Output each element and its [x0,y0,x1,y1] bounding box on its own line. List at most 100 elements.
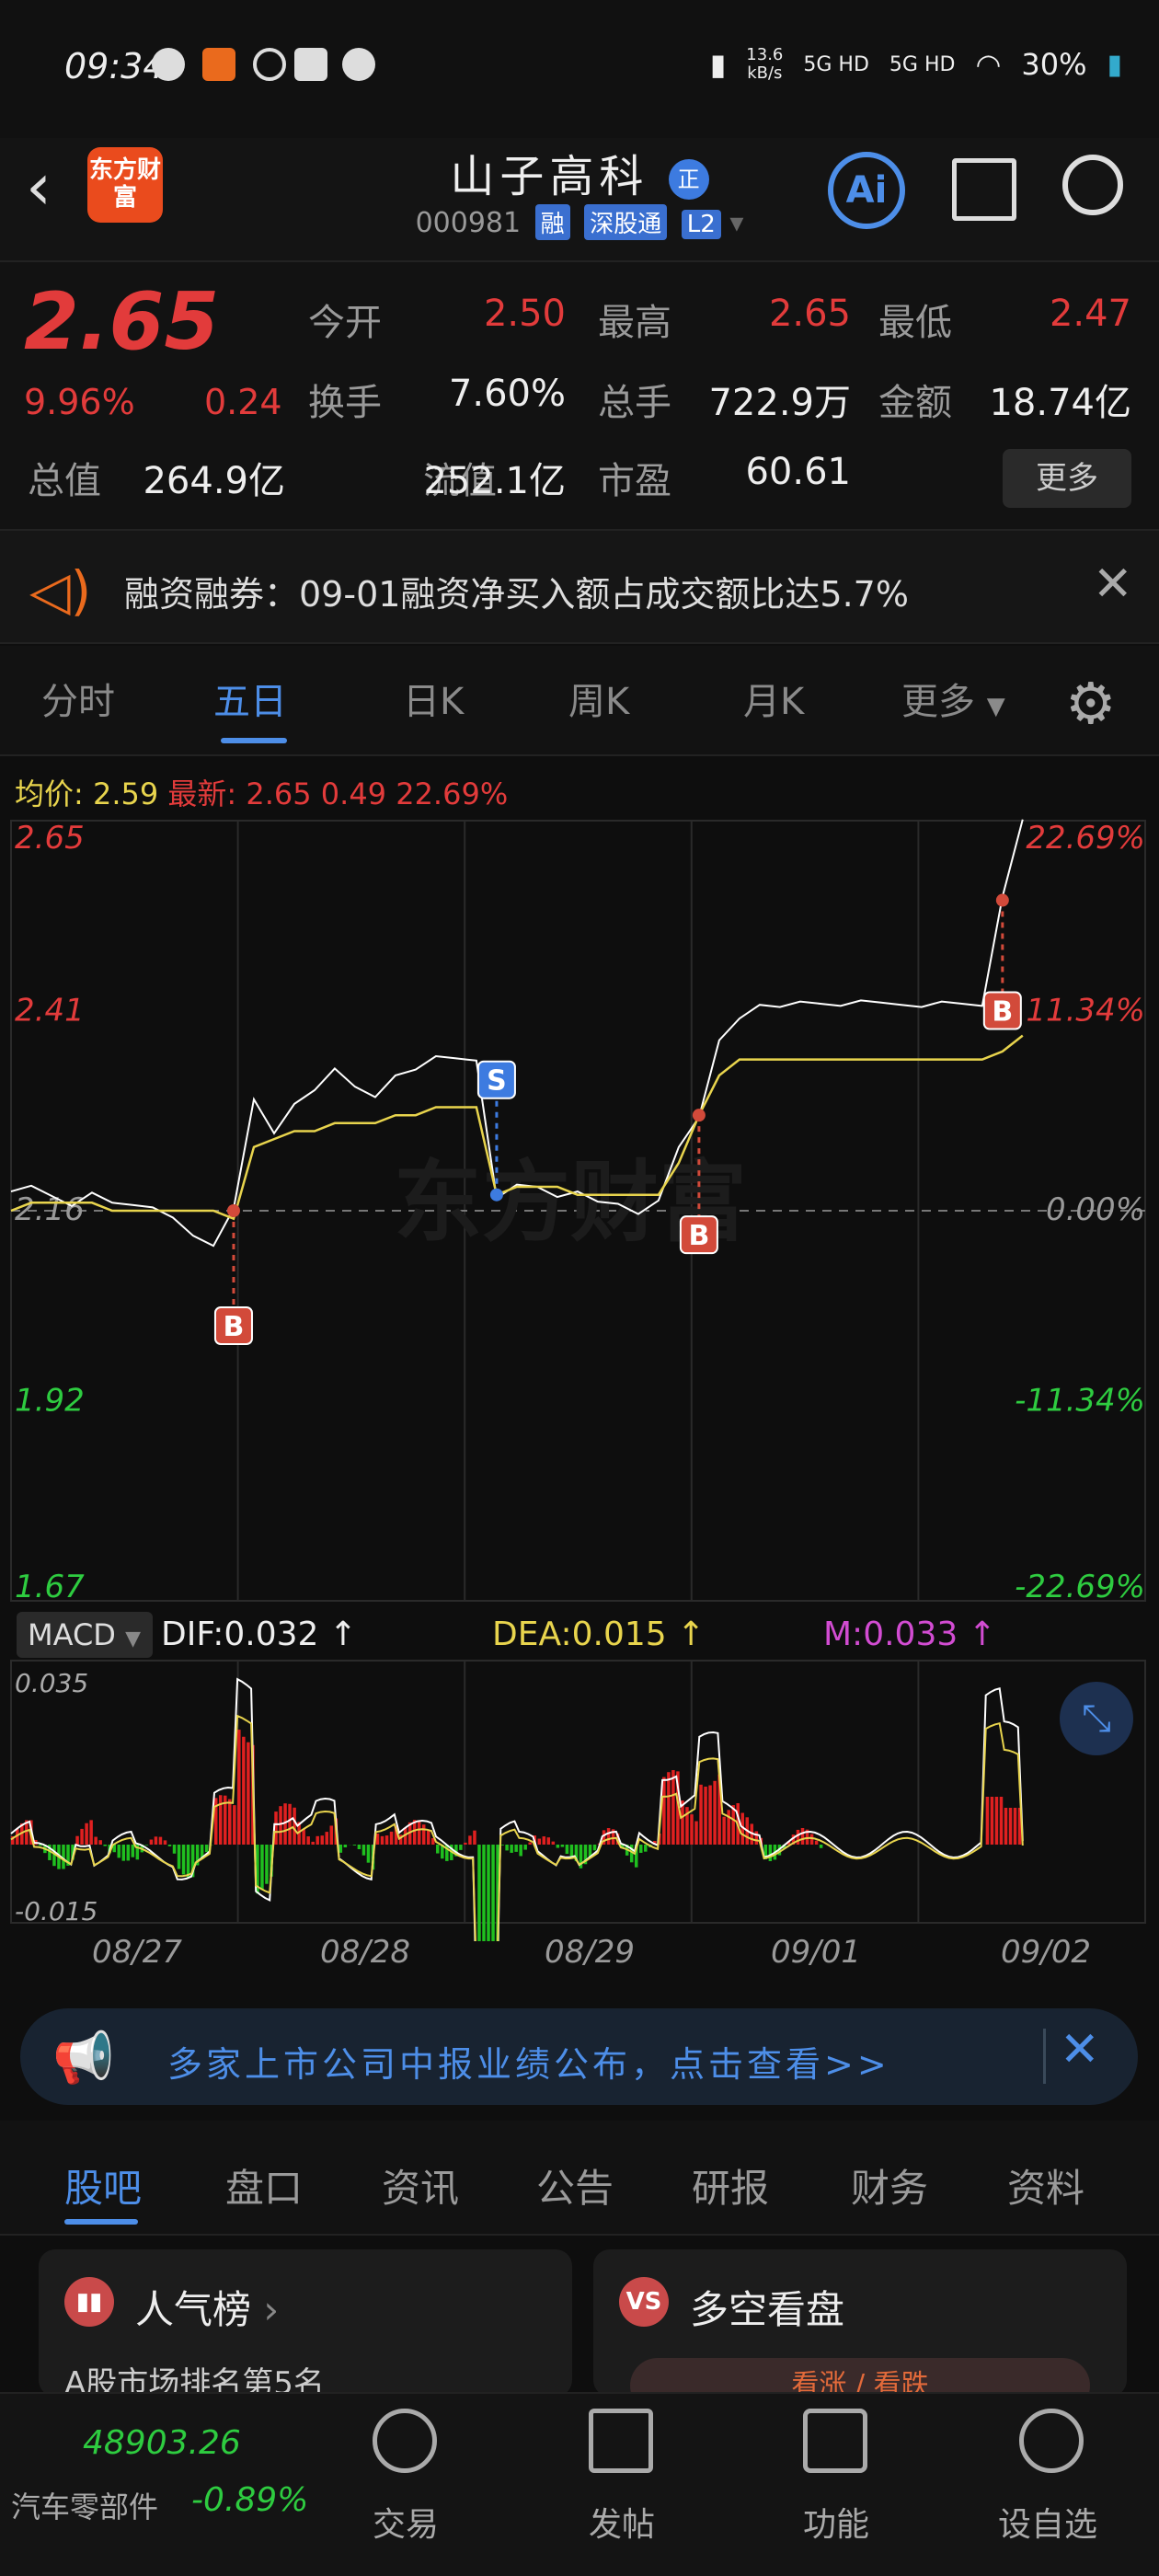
macd-histogram-bar [606,1828,611,1845]
price-chart[interactable]: 东方财富2.65 22.69%2.41 11.34%2.16 0.00%1.92 -11… [0,810,1159,1941]
battery-icon: ▮ [1107,48,1122,81]
index-name[interactable]: 汽车零部件 [11,2484,158,2526]
macd-histogram-bar [320,1835,324,1845]
share-icon[interactable] [952,158,1016,221]
tag-connect: 深股通 [584,204,668,240]
tab-weekly-k[interactable]: 周K [568,672,629,725]
macd-histogram-bar [809,1834,814,1845]
search-icon[interactable] [1062,155,1123,215]
macd-histogram-bar [75,1835,79,1845]
tab-news[interactable]: 资讯 [382,2157,459,2214]
megaphone-icon: 📢 [52,2029,115,2087]
wifi-icon: ◠ [975,47,1002,82]
macd-histogram-bar [551,1841,556,1845]
tab-five-day[interactable]: 五日 [213,672,287,725]
macd-histogram-bar [523,1845,527,1850]
grid-icon[interactable] [803,2409,867,2473]
tab-research[interactable]: 研报 [692,2157,769,2214]
macd-histogram-bar [713,1780,717,1845]
nav-functions[interactable]: 功能 [803,2498,869,2546]
tab-monthly-k[interactable]: 月K [743,672,804,725]
macd-histogram-bar [542,1836,546,1845]
more-dots-icon[interactable] [1019,2409,1084,2473]
macd-histogram-bar [722,1816,726,1845]
card-title: 多空看盘 [690,2287,845,2332]
macd-histogram-bar [163,1840,167,1845]
trade-icon[interactable] [373,2409,437,2473]
gear-icon[interactable]: ⚙ [1065,670,1117,737]
macd-histogram-bar [690,1814,694,1845]
date-label: 08/29 [545,1934,635,1971]
ai-button[interactable]: Ai [828,152,905,229]
tab-announcements[interactable]: 公告 [536,2157,614,2214]
index-value[interactable]: 48903.26 [83,2424,241,2462]
macd-histogram-bar [482,1845,486,1941]
tag-margin: 融 [534,204,570,240]
macd-dif-value: DIF:0.032 [161,1616,319,1653]
more-button[interactable]: 更多 [1003,449,1131,508]
chart-icon: ▮▮ [64,2277,114,2327]
tab-orderbook[interactable]: 盘口 [225,2157,303,2214]
bull-bear-card[interactable]: VS 多空看盘 看涨 / 看跌 [593,2249,1127,2413]
tab-more[interactable]: 更多 ▼ [901,672,1005,725]
macd-histogram-bar [565,1845,569,1855]
macd-histogram-bar [85,1823,88,1845]
trade-marker-label: S [487,1065,507,1098]
tab-daily-k[interactable]: 日K [403,672,464,725]
status-right: ▮ 13.6 kB/s 5G HD 5G HD ◠ 30% ▮ [710,46,1122,83]
macd-histogram-bar [117,1845,121,1858]
macd-dif-line [10,1677,1024,1941]
macd-histogram-bar [528,1842,532,1845]
macd-histogram-bar [990,1797,994,1845]
macd-histogram-bar [464,1842,467,1845]
trade-marker-label: B [224,1311,245,1343]
earnings-banner[interactable]: 📢 多家上市公司中报业绩公布，点击查看>> ✕ [20,2008,1138,2105]
close-icon[interactable]: ✕ [1093,557,1133,612]
vs-icon: VS [619,2277,669,2327]
macd-selector[interactable]: MACD ▼ [17,1612,153,1658]
tab-forum[interactable]: 股吧 [64,2157,142,2214]
macd-histogram-bar [667,1772,671,1845]
tab-intraday[interactable]: 分时 [41,672,115,725]
macd-histogram-bar [417,1820,421,1845]
quote-value: 2.50 [483,293,566,335]
status-bar: 09:34 ▮ 13.6 kB/s 5G HD 5G HD ◠ 30% ▮ [0,0,1159,138]
macd-histogram-bar [985,1797,990,1845]
avg-label: 均价: [15,776,84,811]
avg-value: 2.59 [92,776,159,811]
index-pct[interactable]: -0.89% [191,2481,308,2519]
macd-histogram-bar [237,1730,241,1845]
macd-histogram-bar [814,1840,819,1845]
tab-financials[interactable]: 财务 [851,2157,928,2214]
notice-text[interactable]: 融资融券：09-01融资净买入额占成交额比达5.7% [124,566,909,616]
tab-underline [221,738,287,743]
expand-icon[interactable]: ⤡ [1060,1682,1133,1755]
bottom-nav [0,2392,1159,2576]
chevron-right-icon: › [263,2287,280,2332]
close-icon[interactable]: ✕ [1060,2022,1100,2077]
post-icon[interactable] [589,2409,653,2473]
macd-histogram-bar [311,1841,315,1845]
macd-histogram-bar [1004,1808,1008,1845]
y-tick-label-left: 1.67 [15,1569,85,1605]
nav-post[interactable]: 发帖 [589,2498,655,2546]
macd-histogram-bar [796,1829,800,1845]
vibrate-icon: ▮ [709,47,727,82]
trade-marker-dot [995,893,1009,907]
popularity-card[interactable]: ▮▮ 人气榜 › A股市场排名第5名 [39,2249,572,2402]
banner-text[interactable]: 多家上市公司中报业绩公布，点击查看>> [167,2036,890,2087]
nav-watchlist[interactable]: 设自选 [998,2498,1097,2546]
macd-histogram-bar [144,1845,149,1846]
macd-histogram-bar [103,1845,107,1846]
quote-value: 722.9万 [708,382,851,424]
macd-histogram-bar [491,1845,495,1941]
latest-pct: 22.69% [396,776,509,811]
tab-profile[interactable]: 资料 [1007,2157,1084,2214]
stock-code: 000981 [415,207,522,239]
macd-histogram-bar [468,1835,472,1845]
net-speed-unit: kB/s [747,63,783,83]
nav-trade[interactable]: 交易 [373,2498,439,2546]
macd-histogram-bar [98,1840,102,1845]
y-tick-label-left: 2.41 [15,993,85,1029]
y-tick-label-left: 1.92 [15,1383,85,1420]
